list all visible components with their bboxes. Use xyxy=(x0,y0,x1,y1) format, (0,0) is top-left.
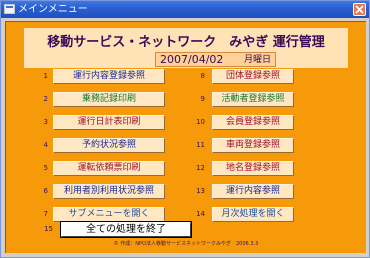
menu-number-15: 15 xyxy=(44,225,53,233)
menu-number-12: 12 xyxy=(196,164,205,172)
main-menu-window: メインメニュー 移動サービス・ネットワーク みやぎ 運行管理 2007/04/0… xyxy=(0,0,370,258)
menu-number-4: 4 xyxy=(43,141,48,149)
button-activist-entry[interactable]: 活動者登録参照 xyxy=(212,92,294,107)
menu-number-9: 9 xyxy=(200,95,205,103)
current-date: 2007/04/02 xyxy=(160,53,224,66)
menu-number-11: 11 xyxy=(196,141,205,149)
header-panel: 移動サービス・ネットワーク みやぎ 運行管理 2007/04/02 月曜日 xyxy=(24,28,348,68)
close-button[interactable] xyxy=(353,3,366,16)
button-daily-report-print[interactable]: 運行日計表印刷 xyxy=(53,115,165,130)
window-title: メインメニュー xyxy=(18,4,88,15)
menu-number-5: 5 xyxy=(43,164,48,172)
button-open-submenu[interactable]: サブメニューを開く xyxy=(53,207,165,222)
button-driving-request-print[interactable]: 運転依頼票印刷 xyxy=(53,161,165,176)
menu-number-10: 10 xyxy=(196,118,205,126)
button-user-usage-status[interactable]: 利用者別利用状況参照 xyxy=(53,184,165,199)
button-trip-content-view[interactable]: 運行内容参照 xyxy=(212,184,294,199)
button-member-entry[interactable]: 会員登録参照 xyxy=(212,115,294,130)
button-open-monthly-processing[interactable]: 月次処理を開く xyxy=(212,207,294,222)
current-weekday: 月曜日 xyxy=(243,55,271,65)
button-group-entry[interactable]: 団体登録参照 xyxy=(212,69,294,84)
app-title: 移動サービス・ネットワーク みやぎ 運行管理 xyxy=(47,35,325,50)
menu-number-8: 8 xyxy=(200,72,205,80)
date-display: 2007/04/02 月曜日 xyxy=(155,52,276,67)
button-place-name-entry[interactable]: 地名登録参照 xyxy=(212,161,294,176)
close-icon xyxy=(355,5,364,14)
exit-all-button[interactable]: 全ての処理を終了 xyxy=(60,221,192,238)
button-reservation-status[interactable]: 予約状況参照 xyxy=(53,138,165,153)
button-vehicle-entry[interactable]: 車両登録参照 xyxy=(212,138,294,153)
button-duty-record-print[interactable]: 乗務記録印刷 xyxy=(53,92,165,107)
app-icon xyxy=(4,4,15,14)
title-bar[interactable]: メインメニュー xyxy=(1,1,369,18)
menu-number-13: 13 xyxy=(196,187,205,195)
button-trip-entry[interactable]: 運行内容登録参照 xyxy=(53,69,165,84)
menu-number-1: 1 xyxy=(43,72,48,80)
menu-number-2: 2 xyxy=(43,95,48,103)
footer-credit: © 作成：NPO法人移動サービスネットワークみやぎ 2006.3.3 xyxy=(113,241,259,247)
menu-form: 移動サービス・ネットワーク みやぎ 運行管理 2007/04/02 月曜日 1 … xyxy=(5,21,366,253)
menu-number-6: 6 xyxy=(43,187,48,195)
menu-number-3: 3 xyxy=(43,118,48,126)
menu-number-7: 7 xyxy=(43,210,48,218)
menu-number-14: 14 xyxy=(196,210,205,218)
